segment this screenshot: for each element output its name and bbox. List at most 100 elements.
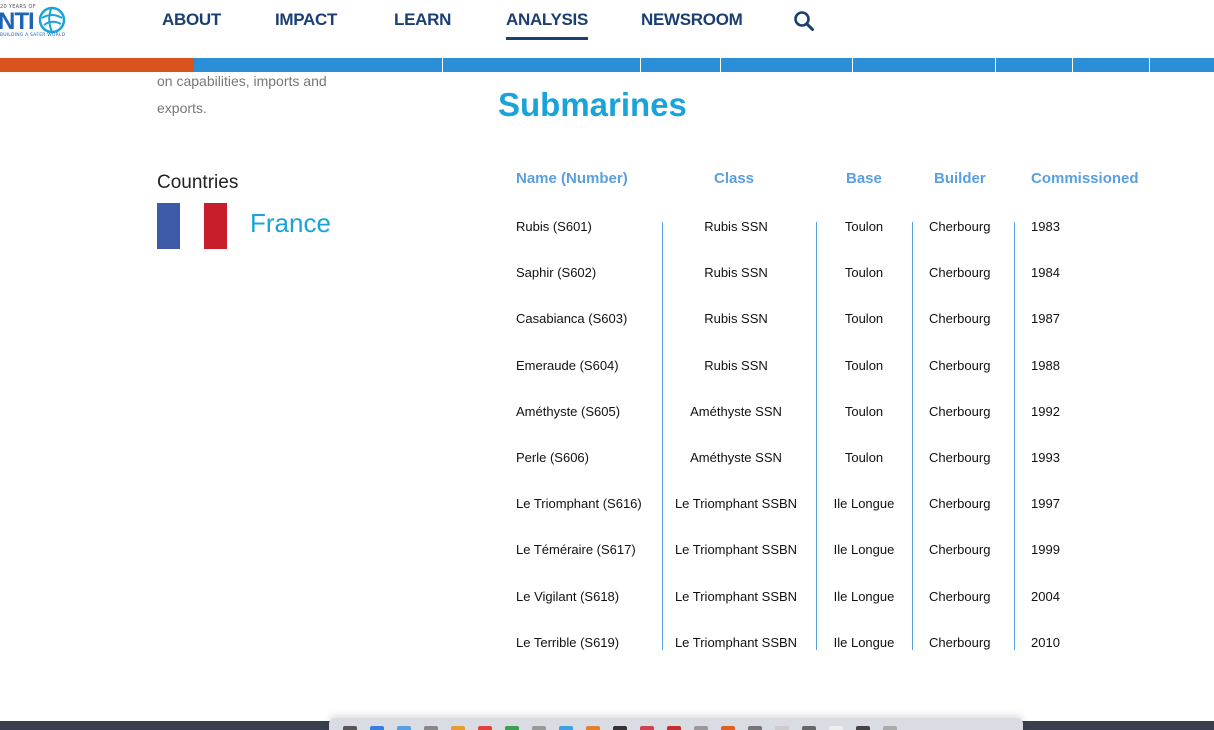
cell-commissioned: 1999 (1031, 542, 1060, 558)
nti-logo[interactable]: 20 YEARS OF NTI BUILDING A SAFER WORLD (0, 4, 70, 40)
cell-name: Le Triomphant (S616) (516, 496, 642, 512)
country-link-france[interactable]: France (250, 208, 331, 239)
flag-stripe-blue (157, 203, 181, 249)
dock-app-icon[interactable] (667, 726, 681, 730)
dock-app-icon[interactable] (397, 726, 411, 730)
cell-builder: Cherbourg (929, 219, 991, 234)
stripe-divider (995, 58, 996, 72)
cell-class: Améthyste SSN (690, 450, 782, 465)
nav-item-about[interactable]: ABOUT (162, 10, 221, 30)
dock-app-icon[interactable] (586, 726, 600, 730)
column-header-commissioned: Commissioned (1031, 170, 1139, 187)
cell-commissioned: 1993 (1031, 450, 1060, 465)
nav-item-analysis[interactable]: ANALYSIS (506, 10, 588, 40)
cell-base: Toulon (844, 219, 884, 234)
nav-item-impact[interactable]: IMPACT (275, 10, 337, 30)
cell-class: Rubis SSN (704, 311, 768, 327)
cell-builder: Cherbourg (929, 542, 991, 558)
dock-app-icon[interactable] (856, 726, 870, 730)
nav-item-newsroom[interactable]: NEWSROOM (641, 10, 743, 30)
column-header-builder: Builder (934, 170, 986, 187)
stripe-divider (720, 58, 721, 72)
dock-app-icon[interactable] (424, 726, 438, 730)
dock-app-icon[interactable] (532, 726, 546, 730)
dock-app-icon[interactable] (829, 726, 843, 730)
dock-app-icon[interactable] (478, 726, 492, 730)
cell-commissioned: 1992 (1031, 403, 1060, 419)
dock-app-icon[interactable] (613, 726, 627, 730)
countries-heading: Countries (157, 172, 239, 193)
cell-class: Rubis SSN (704, 265, 768, 281)
cell-base: Toulon (844, 357, 884, 373)
cell-builder: Cherbourg (929, 403, 991, 419)
dock-app-icon[interactable] (343, 726, 357, 730)
stripe-divider (640, 58, 641, 72)
cell-name: Rubis (S601) (516, 219, 592, 234)
cell-base: Toulon (844, 450, 884, 465)
nav-item-learn[interactable]: LEARN (394, 10, 451, 30)
cell-commissioned: 1987 (1031, 311, 1060, 327)
logo-main-text: NTI (0, 8, 35, 35)
cell-class: Améthyste SSN (690, 403, 782, 419)
cell-name: Casabianca (S603) (516, 311, 628, 327)
header-color-stripe (0, 58, 1214, 72)
cell-base: Ile Longue (833, 542, 895, 558)
cell-builder: Cherbourg (929, 588, 991, 604)
cell-builder: Cherbourg (929, 496, 991, 512)
dock-app-icon[interactable] (775, 726, 789, 730)
dock-app-icon[interactable] (451, 726, 465, 730)
dock-app-icon[interactable] (559, 726, 573, 730)
cell-builder: Cherbourg (929, 357, 991, 373)
france-flag (157, 203, 227, 249)
column-divider (1014, 222, 1015, 650)
column-divider (912, 222, 913, 650)
cell-base: Toulon (844, 403, 884, 419)
cell-class: Le Triomphant SSBN (674, 496, 798, 512)
column-divider (662, 222, 663, 650)
cell-class: Le Triomphant SSBN (674, 634, 798, 650)
column-divider (816, 222, 817, 650)
dock-app-icon[interactable] (370, 726, 384, 730)
dock-app-icon[interactable] (721, 726, 735, 730)
cell-commissioned: 1984 (1031, 265, 1060, 281)
cell-commissioned: 2010 (1031, 634, 1060, 650)
stripe-divider (1149, 58, 1150, 72)
cell-builder: Cherbourg (929, 450, 991, 465)
intro-text: on capabilities, imports and exports. (157, 73, 327, 116)
globe-icon (38, 6, 66, 34)
cell-name: Emeraude (S604) (516, 357, 619, 373)
cell-name: Le Terrible (S619) (516, 634, 620, 650)
cell-class: Le Triomphant SSBN (674, 588, 798, 604)
stripe-segment (0, 58, 194, 72)
site-header: 20 YEARS OF NTI BUILDING A SAFER WORLD A… (0, 0, 1214, 58)
cell-class: Rubis SSN (704, 219, 768, 234)
stripe-divider (442, 58, 443, 72)
cell-builder: Cherbourg (929, 634, 991, 650)
stripe-segment (194, 58, 1214, 72)
flag-stripe-white (180, 203, 204, 249)
dock-app-icon[interactable] (883, 726, 897, 730)
column-header-base: Base (846, 170, 882, 187)
dock-app-icon[interactable] (505, 726, 519, 730)
cell-base: Toulon (844, 265, 884, 281)
cell-class: Rubis SSN (704, 357, 768, 373)
dock-app-icon[interactable] (640, 726, 654, 730)
cell-name: Améthyste (S605) (516, 403, 621, 419)
column-header-class: Class (714, 170, 755, 187)
cell-name: Saphir (S602) (516, 265, 597, 281)
cell-base: Toulon (844, 311, 884, 327)
cell-name: Le Téméraire (S617) (516, 542, 636, 558)
cell-base: Ile Longue (833, 634, 895, 650)
column-header-name: Name (Number) (516, 170, 628, 187)
cell-builder: Cherbourg (929, 265, 991, 281)
logo-sub-text: BUILDING A SAFER WORLD (0, 33, 66, 38)
dock-app-icon[interactable] (694, 726, 708, 730)
dock-app-icon[interactable] (802, 726, 816, 730)
stripe-divider (1072, 58, 1073, 72)
dock-app-icon[interactable] (748, 726, 762, 730)
cell-base: Ile Longue (833, 588, 895, 604)
search-icon[interactable] (793, 10, 815, 32)
cell-commissioned: 1988 (1031, 357, 1060, 373)
cell-class: Le Triomphant SSBN (674, 542, 798, 558)
cell-base: Ile Longue (833, 496, 895, 512)
